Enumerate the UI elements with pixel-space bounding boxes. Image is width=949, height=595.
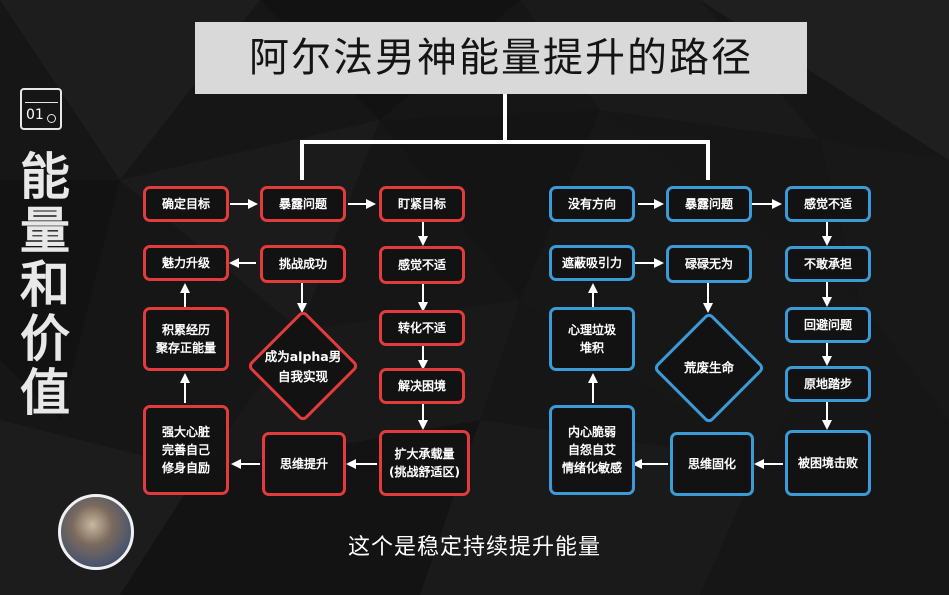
right-node-feel-discomfort: 感觉不适 [785, 186, 871, 222]
episode-number: 01 [26, 107, 44, 123]
right-node-dare-not: 不敢承担 [785, 246, 871, 282]
episode-badge: 01 [20, 88, 62, 130]
left-node-expand-capacity: 扩大承载量 (挑战舒适区) [379, 430, 470, 496]
side-title: 能量和价值 [20, 148, 70, 422]
right-node-rigid-mind: 思维固化 [670, 432, 754, 496]
right-node-no-direction: 没有方向 [549, 186, 635, 222]
right-node-mediocrity: 碌碌无为 [666, 245, 752, 283]
right-end-label: 荒废生命 [683, 360, 734, 375]
left-node-expose-problem: 暴露问题 [260, 186, 346, 222]
left-node-define-goal: 确定目标 [143, 186, 229, 222]
left-node-strong-heart: 强大心脏 完善自己 修身自励 [143, 405, 229, 495]
right-node-stand-still: 原地踏步 [785, 366, 871, 402]
left-node-challenge-success: 挑战成功 [260, 245, 346, 283]
right-node-defeated: 被困境击败 [785, 430, 871, 496]
episode-badge-line [25, 102, 58, 103]
page-title: 阿尔法男神能量提升的路径 [195, 22, 807, 94]
left-node-transform-discomfort: 转化不适 [379, 310, 465, 346]
left-node-focus-goal: 盯紧目标 [379, 186, 465, 222]
left-goal-label: 成为alpha男 自我实现 [264, 349, 342, 384]
right-node-fragile-heart: 内心脆弱 自怨自艾 情绪化敏感 [549, 405, 635, 495]
left-node-mind-upgrade: 思维提升 [262, 432, 346, 496]
right-node-cover-attraction: 遮蔽吸引力 [549, 245, 635, 281]
left-node-accumulate-experience: 积累经历 聚存正能量 [143, 307, 229, 371]
video-subtitle: 这个是稳定持续提升能量 [347, 535, 601, 560]
right-node-mental-garbage: 心理垃圾 堆积 [549, 307, 635, 371]
left-node-solve-dilemma: 解决困境 [379, 368, 465, 404]
left-node-charm-upgrade: 魅力升级 [143, 245, 229, 281]
right-node-avoid-problem: 回避问题 [785, 307, 871, 343]
circle-icon [47, 114, 56, 123]
left-node-feel-discomfort: 感觉不适 [379, 246, 465, 284]
right-node-expose-problem: 暴露问题 [666, 186, 752, 222]
